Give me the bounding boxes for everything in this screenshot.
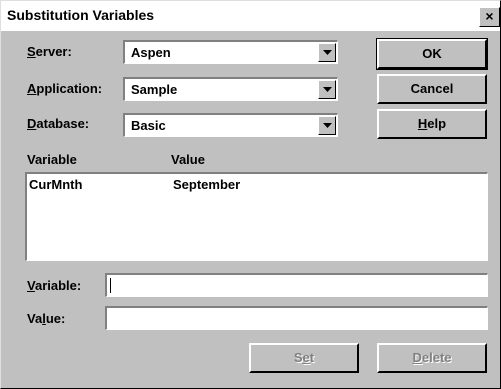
value-input[interactable] xyxy=(105,306,488,330)
database-dropdown-button[interactable] xyxy=(318,116,336,135)
help-button[interactable]: Help xyxy=(377,109,487,139)
value-column-header: Value xyxy=(171,152,205,167)
server-value: Aspen xyxy=(131,45,171,60)
variable-column-header: Variable xyxy=(27,152,77,167)
close-button[interactable]: × xyxy=(479,7,500,27)
delete-button[interactable]: Delete xyxy=(377,343,487,373)
chevron-down-icon xyxy=(323,87,332,92)
chevron-down-icon xyxy=(323,123,332,128)
text-caret xyxy=(110,278,111,293)
list-item-variable: CurMnth xyxy=(29,177,83,192)
variables-list[interactable]: CurMnth September xyxy=(25,172,488,261)
list-item[interactable]: CurMnth September xyxy=(27,176,487,194)
ok-button[interactable]: OK xyxy=(376,38,488,70)
database-value: Basic xyxy=(131,118,166,133)
title-bar: Substitution Variables × xyxy=(1,1,500,31)
application-label: Application: xyxy=(27,81,103,96)
server-dropdown-button[interactable] xyxy=(318,43,336,62)
close-icon: × xyxy=(485,8,494,24)
dialog-title: Substitution Variables xyxy=(7,7,155,23)
database-label: Database: xyxy=(27,116,90,131)
cancel-button[interactable]: Cancel xyxy=(377,74,487,104)
application-dropdown-button[interactable] xyxy=(318,80,336,99)
variable-input[interactable] xyxy=(105,273,488,297)
chevron-down-icon xyxy=(323,50,332,55)
list-item-value: September xyxy=(173,177,241,192)
set-button[interactable]: Set xyxy=(249,343,359,373)
application-dropdown[interactable]: Sample xyxy=(123,77,338,101)
application-value: Sample xyxy=(131,82,178,97)
substitution-variables-dialog: Substitution Variables × Server: Aspen A… xyxy=(0,0,501,389)
variable-field-label: Variable: xyxy=(27,278,82,293)
server-dropdown[interactable]: Aspen xyxy=(123,40,338,64)
server-label: Server: xyxy=(27,44,72,59)
database-dropdown[interactable]: Basic xyxy=(123,113,338,137)
value-field-label: Value: xyxy=(27,311,66,326)
